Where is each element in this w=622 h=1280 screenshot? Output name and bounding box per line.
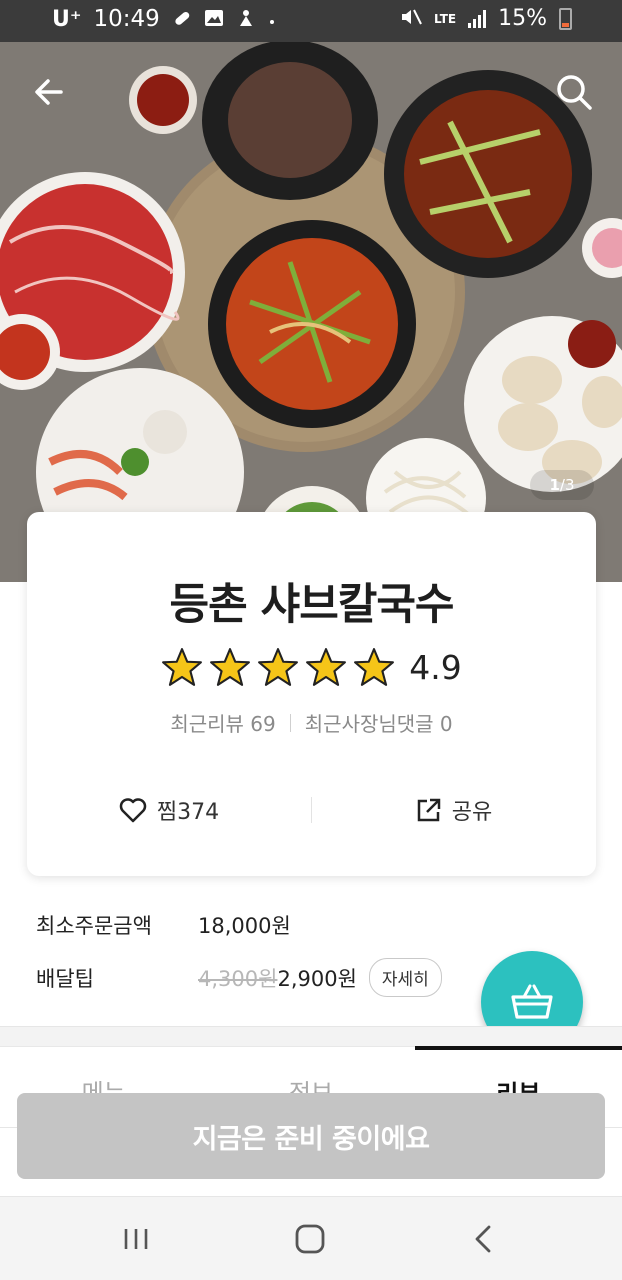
review-summary[interactable]: 최근리뷰 69 최근사장님댓글 0 [27,708,596,737]
search-icon [557,75,592,110]
delivery-tip-original: 4,300원 [198,966,278,991]
clock: 10:49 [93,6,160,32]
delivery-tip-detail-button[interactable]: 자세히 [368,958,442,997]
recent-apps-icon [124,1229,148,1249]
preparing-banner[interactable]: 지금은 준비 중이에요 [17,1093,605,1179]
arrow-left-icon [35,79,63,105]
basket-icon [511,984,553,1019]
dot-icon [268,8,276,31]
status-bar: U⁺ 10:49 LTE 15% [0,0,622,42]
owner-reply-count[interactable]: 최근사장님댓글 0 [305,708,453,737]
page-total: /3 [559,476,575,494]
store-info-card: 등촌 샤브칼국수 4.9 최근리뷰 69 최근사장님댓글 0 찜374 공유 [27,512,596,876]
min-order-label: 최소주문금액 [36,914,152,938]
store-name: 등촌 샤브칼국수 [169,580,455,630]
heart-icon [119,798,147,823]
figure-icon [236,8,256,31]
store-hero-image[interactable]: 1/3 [0,42,622,582]
divider [289,713,291,732]
battery-icon [559,7,572,30]
like-button[interactable]: 찜374 [27,794,311,826]
network-label: LTE [434,11,457,26]
share-icon [417,798,440,822]
recent-review-count[interactable]: 최근리뷰 69 [170,708,275,737]
mute-icon [400,7,422,30]
star-icon [354,648,395,686]
signal-icon [468,9,487,28]
star-icon [162,648,203,686]
section-divider [0,1026,622,1046]
system-nav-bar [0,1196,622,1280]
image-icon [204,8,224,31]
like-label: 찜 [156,800,178,825]
home-icon [295,1224,325,1254]
min-order-value: 18,000원 [198,914,291,938]
delivery-tip-label: 배달팁 [36,966,94,991]
delivery-tip-row: 배달팁 4,300원 2,900원 자세히 [36,958,442,997]
home-button[interactable] [288,1217,332,1261]
recent-apps-button[interactable] [114,1217,158,1261]
rating-value: 4.9 [409,647,462,687]
back-nav-button[interactable] [462,1217,506,1261]
like-count: 374 [177,800,220,825]
page-current: 1 [549,476,560,494]
store-actions: 찜374 공유 [27,780,596,840]
rating-row: 4.9 [27,646,596,688]
star-icon [306,648,347,686]
back-button[interactable] [28,70,72,114]
food-photo [0,42,622,582]
share-button[interactable]: 공유 [312,794,596,826]
image-page-indicator: 1/3 [530,470,594,500]
search-button[interactable] [552,70,596,114]
chevron-left-icon [475,1225,491,1253]
carrier-label: U⁺ [52,6,82,32]
battery-percent: 15% [498,6,547,31]
delivery-tip-value: 2,900원 [277,966,357,991]
star-icon [210,648,251,686]
share-label: 공유 [451,800,493,825]
star-icon [258,648,299,686]
min-order-row: 최소주문금액 18,000원 [36,910,291,940]
pill-icon [172,8,192,31]
